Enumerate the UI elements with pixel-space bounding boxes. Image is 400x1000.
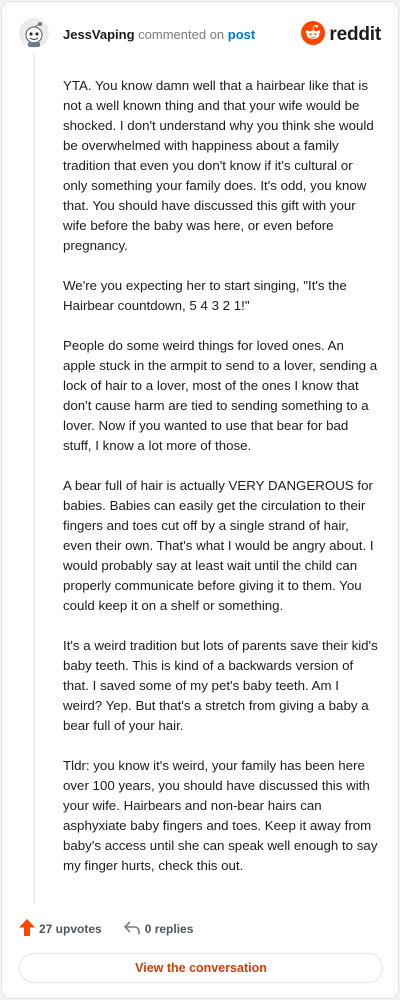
- comment-paragraph: YTA. You know damn well that a hairbear …: [63, 78, 374, 253]
- reddit-logo-icon: [301, 20, 326, 50]
- author-name[interactable]: JessVaping: [63, 27, 135, 42]
- post-link[interactable]: post: [228, 27, 255, 42]
- replies-button[interactable]: 0 replies: [123, 920, 194, 938]
- upvote-button[interactable]: 27 upvotes: [19, 919, 102, 939]
- comment-paragraph: Tldr: you know it's weird, your family h…: [63, 758, 378, 873]
- comment-paragraph: People do some weird things for loved on…: [63, 338, 378, 453]
- comment-body: YTA. You know damn well that a hairbear …: [63, 76, 379, 896]
- author-line: JessVaping commented on post: [63, 27, 255, 42]
- comment-paragraph: We're you expecting her to start singing…: [63, 278, 347, 313]
- comment-footer: 27 upvotes 0 replies: [19, 917, 193, 941]
- upvote-count: 27 upvotes: [39, 922, 102, 936]
- comment-header: JessVaping commented on post reddit: [19, 18, 381, 54]
- snoo-avatar-icon[interactable]: [19, 18, 49, 48]
- view-conversation-button[interactable]: View the conversation: [19, 953, 383, 983]
- reddit-wordmark: reddit: [329, 24, 381, 45]
- action-text: commented on: [138, 27, 225, 42]
- comment-card: JessVaping commented on post reddit YTA.…: [1, 1, 399, 999]
- reply-icon: [123, 920, 145, 938]
- reddit-brand[interactable]: reddit: [301, 20, 381, 50]
- comment-paragraph: It's a weird tradition but lots of paren…: [63, 638, 378, 733]
- comment-paragraph: A bear full of hair is actually VERY DAN…: [63, 478, 374, 613]
- upvote-arrow-icon: [19, 919, 39, 939]
- replies-count: 0 replies: [144, 922, 194, 936]
- thread-line[interactable]: [33, 54, 35, 904]
